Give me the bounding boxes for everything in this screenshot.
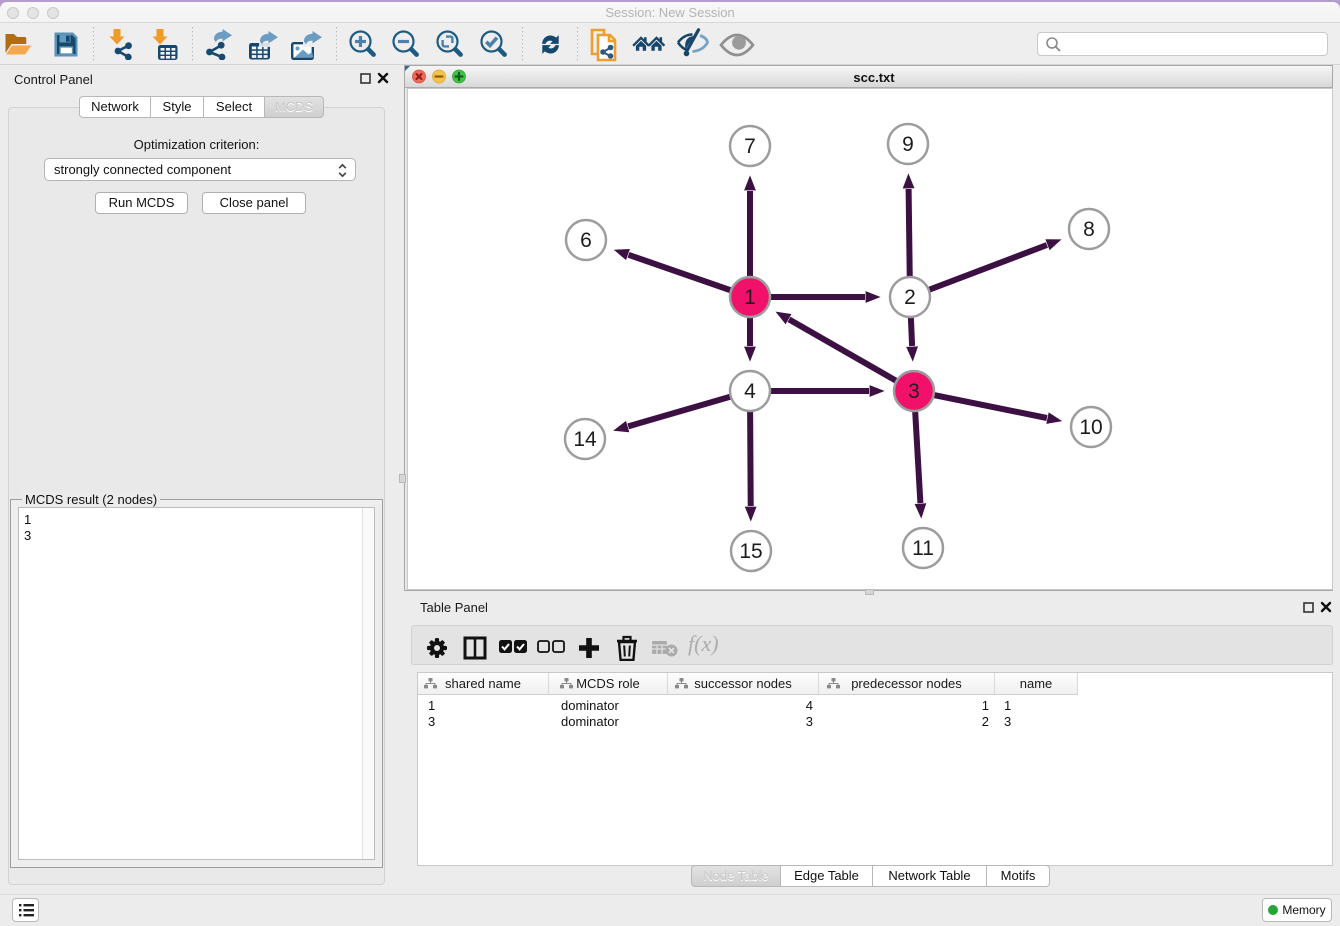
svg-text:7: 7 [744,135,756,158]
svg-text:10: 10 [1079,416,1102,439]
svg-text:9: 9 [902,133,914,156]
svg-text:2: 2 [904,286,916,309]
svg-text:3: 3 [908,380,920,403]
svg-text:11: 11 [912,537,934,560]
svg-text:4: 4 [744,380,756,403]
svg-text:6: 6 [580,229,592,252]
svg-text:1: 1 [744,286,756,309]
svg-text:14: 14 [573,428,597,451]
svg-text:15: 15 [739,540,762,563]
svg-text:8: 8 [1083,218,1095,241]
